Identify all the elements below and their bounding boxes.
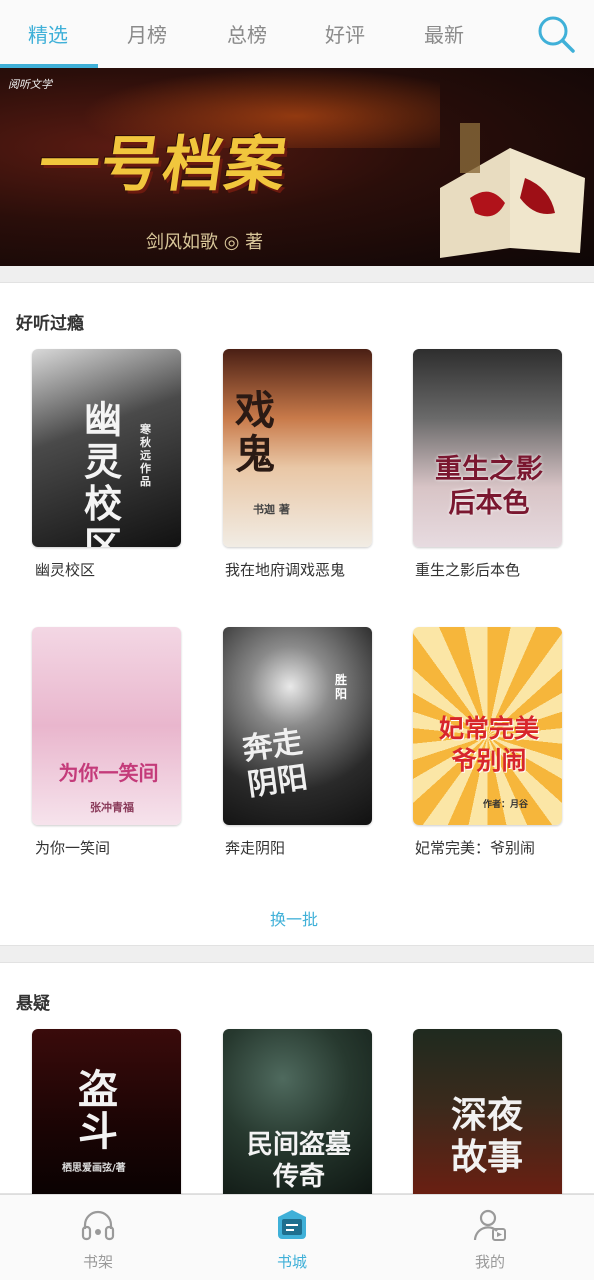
banner-carousel[interactable]: 阅听文学 一号档案 剑风如歌 ◎ 著	[0, 68, 594, 266]
tab-top-rated[interactable]: 好评	[325, 18, 365, 52]
search-icon[interactable]	[536, 14, 576, 54]
user-icon	[473, 1209, 506, 1241]
cover-title: 深夜故事	[450, 1095, 523, 1178]
cover-author: 张冲青福	[90, 801, 134, 814]
cover-title: 妃常完美 爷别闹	[438, 714, 539, 775]
section-title: 好听过瘾	[16, 314, 84, 334]
cover-title: 幽灵校区	[84, 398, 123, 547]
book-cover-youling[interactable]: 幽灵校区 寒秋远作品	[32, 349, 181, 547]
book-cover-benzou[interactable]: 奔走阴阳 胜阳	[223, 627, 372, 825]
book-cover-shenye[interactable]: 深夜故事	[413, 1029, 562, 1195]
cover-title: 奔走阴阳	[240, 724, 310, 804]
tab-latest[interactable]: 最新	[424, 18, 464, 52]
cover-author: 书迦 著	[253, 503, 290, 516]
bottom-navigation: 书架 书城 我的	[0, 1194, 594, 1280]
section-title: 悬疑	[16, 994, 50, 1014]
headphones-icon	[81, 1210, 115, 1241]
cover-title: 戏鬼	[235, 388, 275, 478]
top-tab-bar: 精选 月榜 总榜 好评 最新	[0, 0, 594, 68]
section-good-listens: 好听过瘾 幽灵校区 寒秋远作品 幽灵校区 戏鬼 书迦 著 我在地府调戏恶鬼 重生…	[0, 282, 594, 890]
book-name[interactable]: 重生之影后本色	[415, 559, 520, 580]
book-cover-minjian[interactable]: 民间盗墓传奇	[223, 1029, 372, 1195]
publisher-logo: 阅听文学	[8, 78, 52, 91]
nav-mine[interactable]: 我的	[430, 1195, 550, 1280]
banner-title: 一号档案	[34, 130, 293, 200]
nav-label: 书城	[276, 1253, 307, 1271]
book-name[interactable]: 我在地府调戏恶鬼	[225, 559, 345, 580]
tab-featured[interactable]: 精选	[28, 18, 68, 52]
bookstore-icon	[278, 1210, 306, 1239]
section-suspense: 悬疑 盗斗 栖思爱画弦/著 民间盗墓传奇 深夜故事	[0, 962, 594, 1195]
book-name[interactable]: 为你一笑间	[35, 837, 110, 858]
cover-title: 盗斗	[78, 1067, 118, 1155]
nav-bookstore[interactable]: 书城	[232, 1195, 352, 1280]
refresh-button[interactable]: 换一批	[270, 906, 318, 930]
cover-author: 作者：月谷	[483, 800, 529, 810]
book-cover-daodou[interactable]: 盗斗 栖思爱画弦/著	[32, 1029, 181, 1195]
book-cover-feichang[interactable]: 妃常完美 爷别闹 作者：月谷	[413, 627, 562, 825]
book-cover-weini[interactable]: 为你一笑间 张冲青福	[32, 627, 181, 825]
cover-author: 胜阳	[335, 673, 348, 701]
cover-author: 寒秋远作品	[140, 423, 151, 488]
cover-author: 栖思爱画弦/著	[62, 1163, 126, 1174]
nav-label: 书架	[82, 1253, 113, 1271]
refresh-bar: 换一批	[0, 888, 594, 946]
book-name[interactable]: 幽灵校区	[35, 559, 95, 580]
book-name[interactable]: 奔走阴阳	[225, 837, 285, 858]
nav-bookshelf[interactable]: 书架	[38, 1195, 158, 1280]
cover-title: 重生之影后本色	[435, 454, 543, 519]
cover-title: 民间盗墓传奇	[246, 1130, 351, 1192]
book-cover-yinghou[interactable]: 重生之影后本色	[413, 349, 562, 547]
book-name[interactable]: 妃常完美：爷别闹	[415, 837, 535, 858]
nav-label: 我的	[474, 1253, 505, 1271]
tab-monthly[interactable]: 月榜	[127, 18, 167, 52]
book-cover-xigui[interactable]: 戏鬼 书迦 著	[223, 349, 372, 547]
cover-title: 为你一笑间	[58, 761, 159, 785]
tab-total[interactable]: 总榜	[227, 18, 267, 52]
banner-author: 剑风如歌 ◎ 著	[146, 232, 264, 253]
open-book-illustration	[440, 123, 585, 258]
